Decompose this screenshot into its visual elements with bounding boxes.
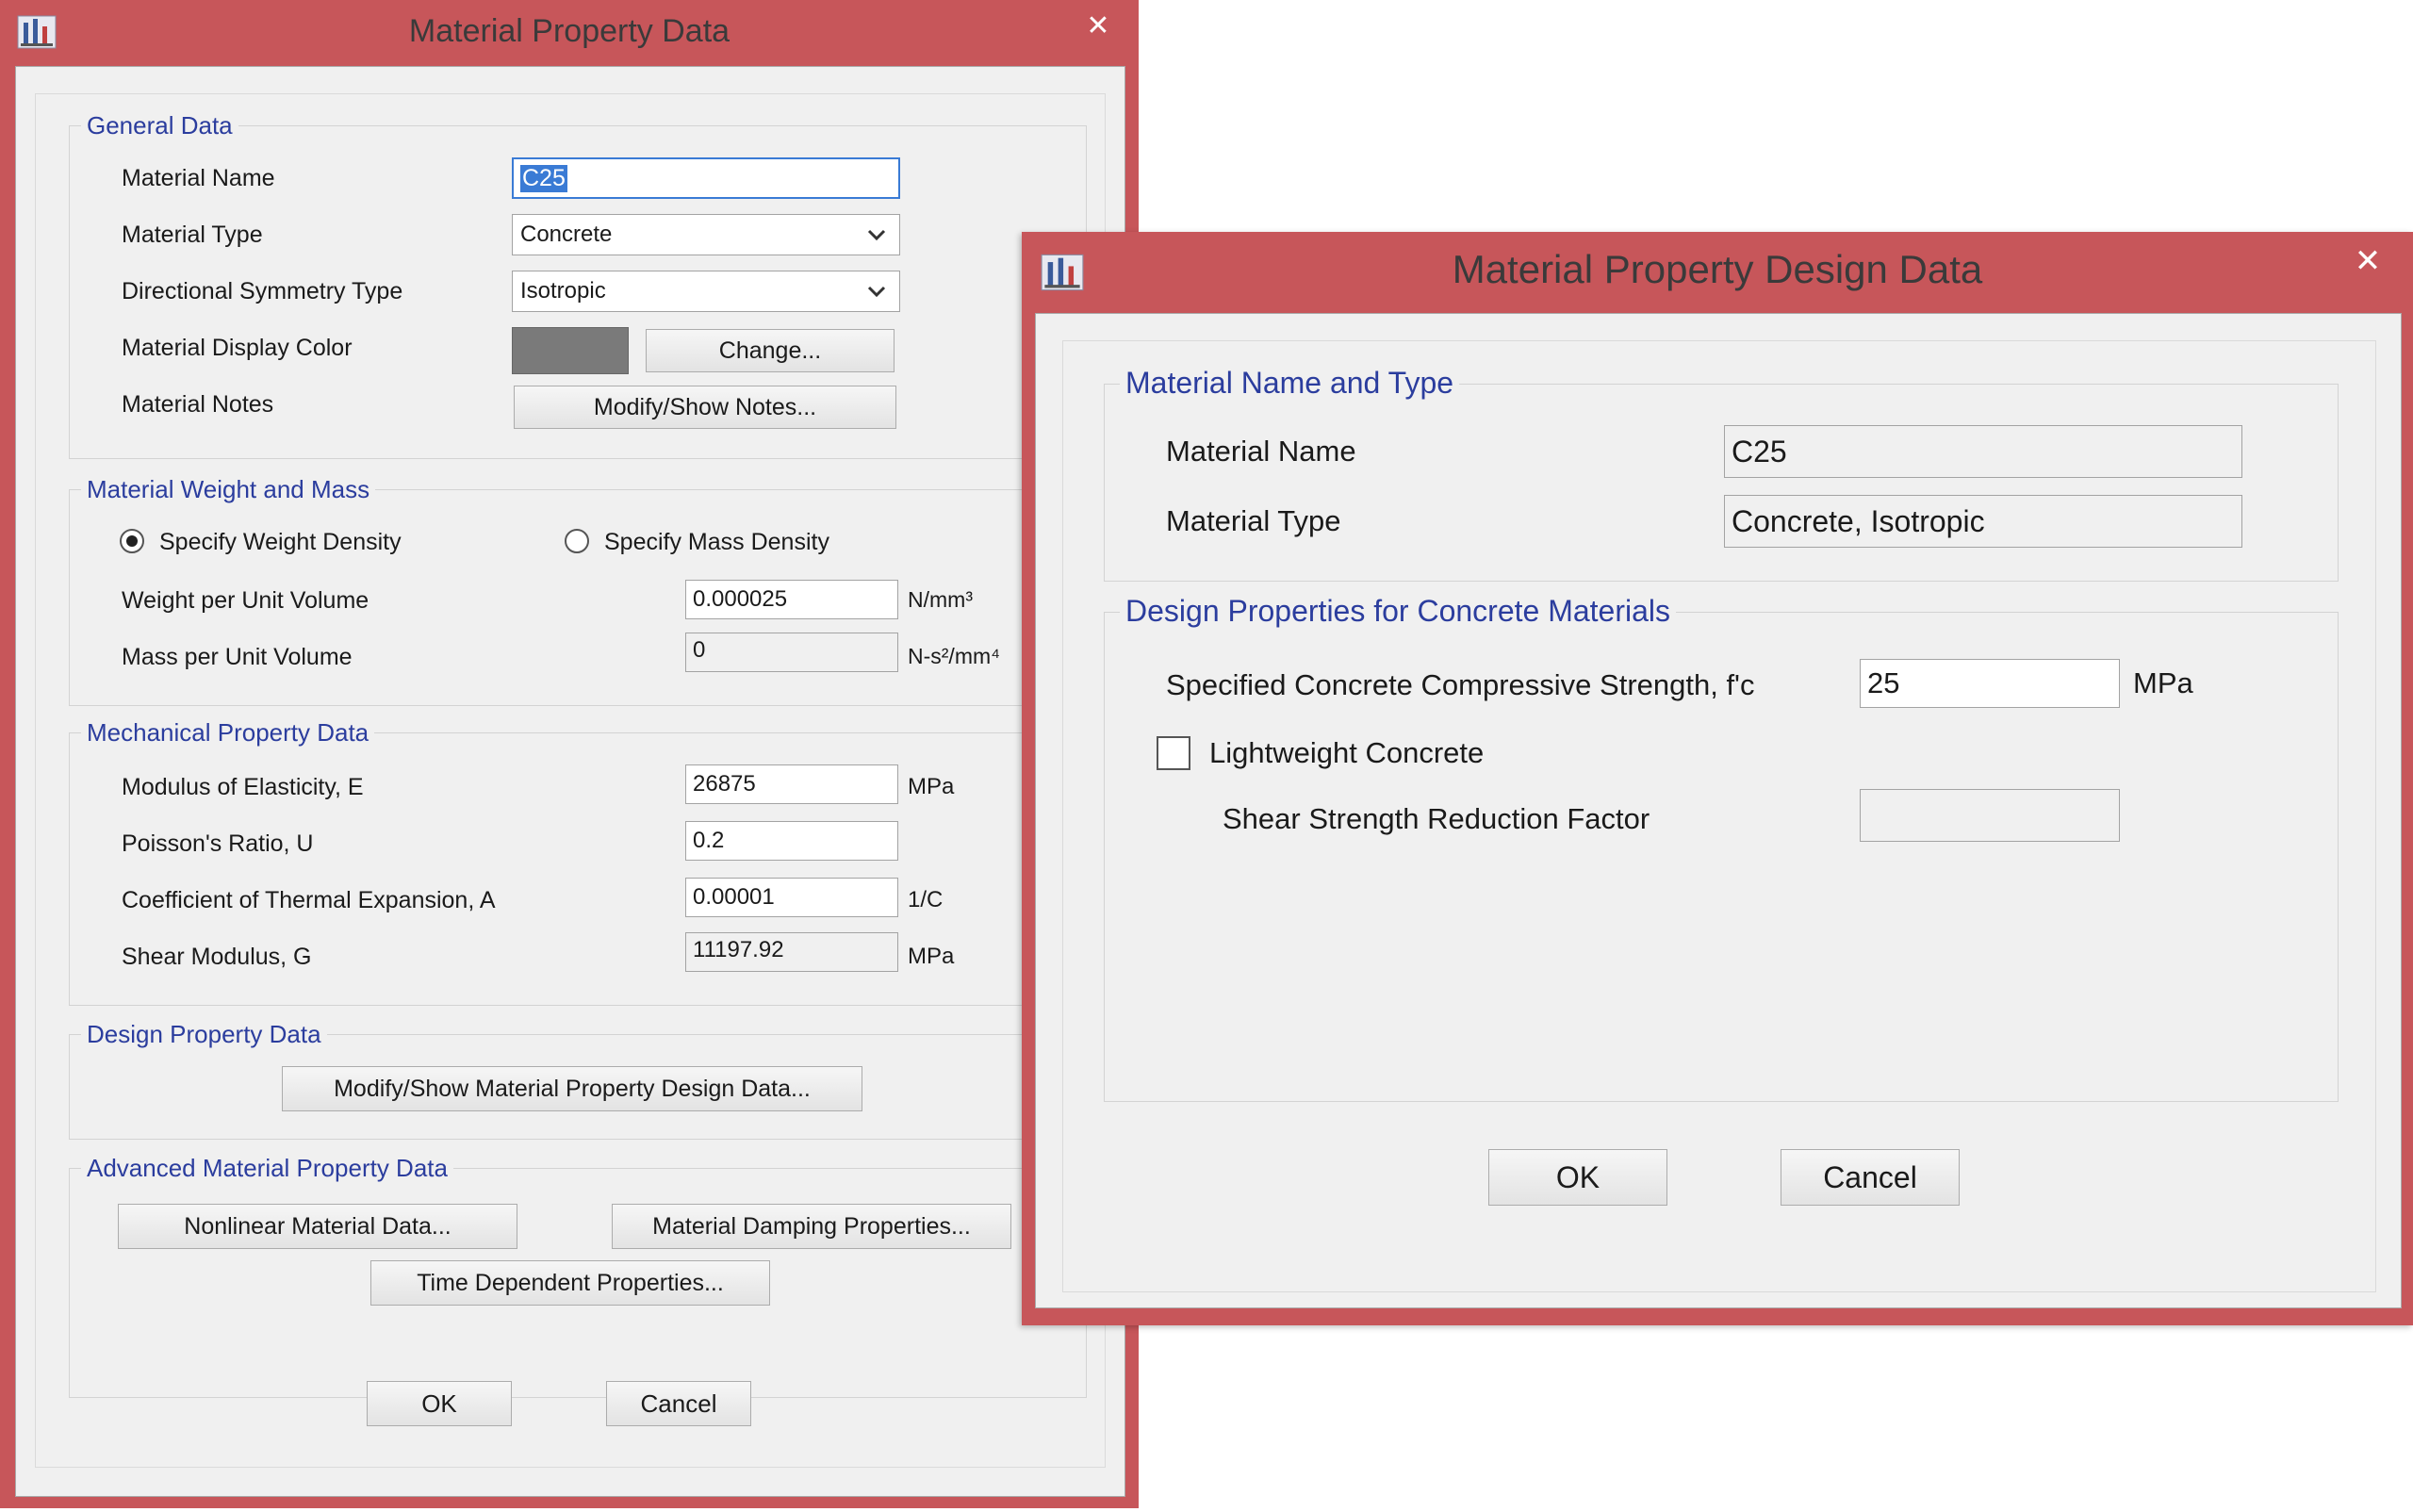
input-value: 0.2	[693, 828, 725, 853]
mass-per-volume-input: 0	[685, 633, 898, 672]
window-title: Material Property Design Data	[1452, 247, 1983, 291]
thermal-expansion-label: Coefficient of Thermal Expansion, A	[122, 887, 496, 913]
weight-per-volume-label: Weight per Unit Volume	[122, 587, 369, 614]
window-title: Material Property Data	[408, 13, 730, 49]
directional-symmetry-label: Directional Symmetry Type	[122, 278, 403, 304]
material-name-input[interactable]: C25	[512, 157, 900, 199]
input-value: 26875	[693, 771, 756, 797]
modulus-label: Modulus of Elasticity, E	[122, 774, 364, 800]
material-property-data-window: Material Property Data ✕ General Data Ma…	[0, 0, 1139, 1508]
material-name-label: Material Name	[1166, 435, 1356, 468]
group-title: Material Weight and Mass	[81, 475, 376, 504]
chevron-down-icon	[867, 222, 886, 248]
ok-button[interactable]: OK	[1488, 1149, 1667, 1206]
cancel-button[interactable]: Cancel	[606, 1381, 751, 1426]
input-value: 0.00001	[693, 884, 775, 910]
modify-show-notes-button[interactable]: Modify/Show Notes...	[514, 386, 896, 429]
cancel-button[interactable]: Cancel	[1781, 1149, 1960, 1206]
lightweight-concrete-checkbox[interactable]	[1157, 736, 1190, 770]
lightweight-concrete-label: Lightweight Concrete	[1209, 736, 1485, 769]
group-title: Advanced Material Property Data	[81, 1154, 453, 1183]
modulus-input[interactable]: 26875	[685, 764, 898, 804]
material-type-label: Material Type	[122, 222, 263, 248]
chevron-down-icon	[867, 278, 886, 304]
weight-density-radio[interactable]	[120, 529, 144, 553]
material-damping-button[interactable]: Material Damping Properties...	[612, 1204, 1011, 1249]
weight-unit: N/mm³	[908, 587, 973, 612]
display-color-swatch	[512, 327, 629, 374]
shear-modulus-input: 11197.92	[685, 932, 898, 972]
group-title: General Data	[81, 111, 238, 140]
dialog-client-area: General Data Material Name C25 Material …	[15, 66, 1125, 1497]
select-value: Concrete	[520, 222, 613, 247]
selected-text: C25	[520, 164, 567, 192]
directional-symmetry-select[interactable]: Isotropic	[512, 271, 900, 312]
group-title: Design Property Data	[81, 1020, 327, 1049]
mass-unit: N-s²/mm⁴	[908, 644, 1001, 668]
compressive-strength-label: Specified Concrete Compressive Strength,…	[1166, 668, 1755, 701]
material-name-label: Material Name	[122, 165, 275, 191]
material-property-design-data-window: Material Property Design Data ✕ Material…	[1022, 232, 2413, 1325]
modify-design-data-button[interactable]: Modify/Show Material Property Design Dat…	[282, 1066, 862, 1111]
material-type-select[interactable]: Concrete	[512, 214, 900, 255]
material-name-field: C25	[1724, 425, 2242, 478]
close-icon[interactable]: ✕	[1065, 6, 1131, 47]
mass-density-radio[interactable]	[565, 529, 589, 553]
shear-reduction-label: Shear Strength Reduction Factor	[1223, 802, 1650, 835]
input-value: 25	[1867, 666, 1900, 699]
input-value: Concrete, Isotropic	[1732, 503, 1985, 538]
shear-unit: MPa	[908, 944, 955, 969]
modulus-unit: MPa	[908, 774, 955, 799]
input-value: 0	[693, 637, 706, 663]
thermal-unit: 1/C	[908, 887, 944, 912]
compressive-strength-input[interactable]: 25	[1860, 659, 2120, 708]
mass-density-label: Specify Mass Density	[604, 529, 829, 555]
material-notes-label: Material Notes	[122, 391, 274, 418]
poisson-input[interactable]: 0.2	[685, 821, 898, 861]
mass-per-volume-label: Mass per Unit Volume	[122, 644, 353, 670]
compressive-strength-unit: MPa	[2133, 666, 2193, 699]
shear-modulus-label: Shear Modulus, G	[122, 944, 312, 970]
input-value: C25	[1732, 434, 1787, 468]
nonlinear-material-button[interactable]: Nonlinear Material Data...	[118, 1204, 517, 1249]
dialog-client-area: Material Name and Type Material Name C25…	[1035, 313, 2402, 1308]
select-value: Isotropic	[520, 278, 606, 304]
change-color-button[interactable]: Change...	[646, 329, 895, 372]
input-value: 11197.92	[693, 937, 784, 962]
time-dependent-button[interactable]: Time Dependent Properties...	[370, 1260, 770, 1306]
material-type-label: Material Type	[1166, 504, 1341, 537]
name-type-group: Material Name and Type	[1104, 366, 2339, 582]
group-title: Material Name and Type	[1120, 366, 1460, 401]
weight-density-label: Specify Weight Density	[159, 529, 402, 555]
ok-button[interactable]: OK	[367, 1381, 512, 1426]
group-title: Mechanical Property Data	[81, 718, 375, 748]
thermal-expansion-input[interactable]: 0.00001	[685, 878, 898, 917]
close-icon[interactable]: ✕	[2330, 238, 2405, 285]
input-value: 0.000025	[693, 586, 788, 612]
display-color-label: Material Display Color	[122, 335, 353, 361]
material-type-field: Concrete, Isotropic	[1724, 495, 2242, 548]
group-title: Design Properties for Concrete Materials	[1120, 594, 1677, 629]
shear-reduction-input	[1860, 789, 2120, 842]
poisson-label: Poisson's Ratio, U	[122, 830, 314, 857]
weight-per-volume-input[interactable]: 0.000025	[685, 580, 898, 619]
